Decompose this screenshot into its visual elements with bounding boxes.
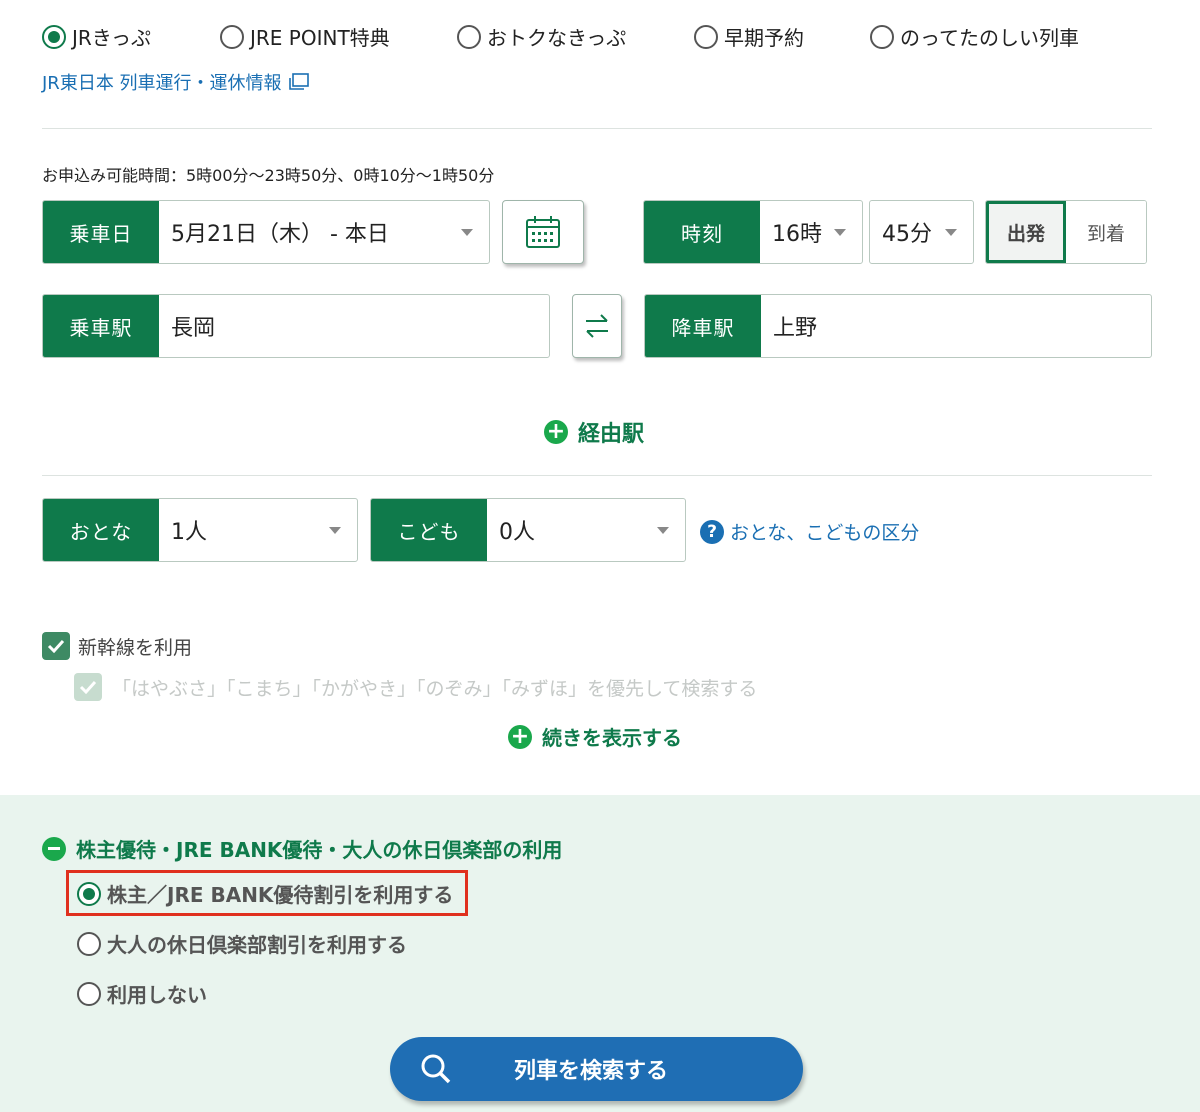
hour-select[interactable]: 時刻 16時 bbox=[643, 200, 863, 264]
radio-icon bbox=[77, 981, 101, 1006]
chevron-down-icon bbox=[834, 229, 846, 236]
chevron-down-icon bbox=[329, 527, 341, 534]
checkmark-icon bbox=[74, 673, 102, 701]
priority-trains-label: 「はやぶさ」「こまち」「かがやき」「のぞみ」「みずほ」を優先して検索する bbox=[112, 677, 758, 700]
ticket-type-otoku[interactable]: おトクなきっぷ bbox=[457, 22, 626, 51]
service-info-link[interactable]: JR東日本 列車運行・運休情報 bbox=[42, 69, 310, 95]
children-label: こども bbox=[371, 499, 487, 561]
hour-value: 16時 bbox=[772, 222, 822, 247]
discount-section-title: 株主優待・JRE BANK優待・大人の休日倶楽部の利用 bbox=[76, 838, 563, 862]
via-station-label: 経由駅 bbox=[578, 422, 645, 447]
search-button-label: 列車を検索する bbox=[514, 1059, 669, 1084]
priority-trains-checkbox[interactable]: 「はやぶさ」「こまち」「かがやき」「のぞみ」「みずほ」を優先して検索する bbox=[74, 673, 757, 701]
radio-icon bbox=[77, 881, 101, 906]
to-station-input[interactable]: 上野 bbox=[761, 295, 1151, 357]
from-station-input[interactable]: 長岡 bbox=[159, 295, 549, 357]
ticket-type-jre-point[interactable]: JRE POINT特典 bbox=[220, 22, 390, 51]
calendar-icon bbox=[526, 216, 560, 248]
ticket-type-label: おトクなきっぷ bbox=[487, 26, 627, 50]
discount-option-label: 株主／JRE BANK優待割引を利用する bbox=[107, 883, 454, 907]
divider bbox=[42, 128, 1152, 129]
ticket-type-early[interactable]: 早期予約 bbox=[694, 22, 804, 51]
age-category-link[interactable]: ? おとな、こどもの区分 bbox=[700, 518, 919, 545]
to-station-label: 降車駅 bbox=[645, 295, 761, 357]
calendar-button[interactable] bbox=[502, 200, 584, 264]
age-category-link-text: おとな、こどもの区分 bbox=[730, 522, 920, 544]
date-select[interactable]: 乗車日 5月21日（木） - 本日 bbox=[42, 200, 490, 264]
radio-icon bbox=[870, 24, 894, 49]
search-trains-button[interactable]: 列車を検索する bbox=[390, 1037, 803, 1101]
ticket-type-label: JRE POINT特典 bbox=[250, 26, 390, 50]
show-more-label: 続きを表示する bbox=[542, 726, 682, 750]
discount-option-label: 利用しない bbox=[107, 983, 207, 1007]
divider bbox=[42, 475, 1152, 476]
add-via-station-button[interactable]: + 経由駅 bbox=[544, 416, 644, 448]
discount-option-shareholder[interactable]: 株主／JRE BANK優待割引を利用する bbox=[77, 879, 453, 908]
discount-option-label: 大人の休日倶楽部割引を利用する bbox=[107, 933, 407, 957]
show-more-button[interactable]: + 続きを表示する bbox=[508, 722, 682, 751]
shinkansen-label: 新幹線を利用 bbox=[78, 636, 193, 659]
checkmark-icon bbox=[42, 632, 70, 660]
external-window-icon bbox=[288, 73, 309, 90]
adults-select[interactable]: おとな 1人 bbox=[42, 498, 358, 562]
discount-option-none[interactable]: 利用しない bbox=[77, 979, 207, 1008]
chevron-down-icon bbox=[945, 229, 957, 236]
adults-value: 1人 bbox=[171, 520, 207, 545]
date-label: 乗車日 bbox=[43, 201, 159, 263]
minute-value: 45分 bbox=[882, 222, 932, 247]
from-station-label: 乗車駅 bbox=[43, 295, 159, 357]
arrive-option[interactable]: 到着 bbox=[1066, 201, 1146, 263]
radio-icon bbox=[77, 931, 101, 956]
ticket-type-label: 早期予約 bbox=[724, 26, 804, 50]
shinkansen-checkbox[interactable]: 新幹線を利用 bbox=[42, 632, 192, 660]
radio-icon bbox=[694, 24, 718, 49]
adults-label: おとな bbox=[43, 499, 159, 561]
ticket-type-label: JRきっぷ bbox=[72, 26, 151, 50]
chevron-down-icon bbox=[461, 229, 473, 236]
depart-option[interactable]: 出発 bbox=[986, 201, 1067, 263]
ticket-type-joyful-train[interactable]: のってたのしい列車 bbox=[870, 22, 1079, 51]
to-station-field: 降車駅 上野 bbox=[644, 294, 1152, 358]
date-value: 5月21日（木） - 本日 bbox=[171, 222, 389, 247]
minus-icon bbox=[42, 836, 66, 861]
radio-icon bbox=[220, 24, 244, 49]
time-label: 時刻 bbox=[644, 201, 760, 263]
ticket-type-jr[interactable]: JRきっぷ bbox=[42, 22, 151, 51]
search-icon bbox=[421, 1054, 451, 1084]
swap-stations-button[interactable] bbox=[572, 294, 622, 358]
service-info-link-text: JR東日本 列車運行・運休情報 bbox=[42, 73, 282, 94]
chevron-down-icon bbox=[657, 527, 669, 534]
depart-arrive-toggle: 出発 到着 bbox=[985, 200, 1147, 264]
from-station-field: 乗車駅 長岡 bbox=[42, 294, 550, 358]
minute-select[interactable]: 45分 bbox=[869, 200, 974, 264]
swap-arrows-icon bbox=[586, 314, 608, 338]
radio-icon bbox=[457, 24, 481, 49]
plus-icon: + bbox=[508, 724, 532, 749]
plus-icon: + bbox=[544, 420, 568, 444]
ticket-type-label: のってたのしい列車 bbox=[900, 26, 1079, 50]
discount-option-otona[interactable]: 大人の休日倶楽部割引を利用する bbox=[77, 929, 407, 958]
radio-icon bbox=[42, 24, 66, 49]
help-icon: ? bbox=[700, 519, 724, 544]
discount-section-toggle[interactable]: 株主優待・JRE BANK優待・大人の休日倶楽部の利用 bbox=[42, 834, 562, 863]
children-value: 0人 bbox=[499, 520, 535, 545]
hours-note: お申込み可能時間：5時00分〜23時50分、0時10分〜1時50分 bbox=[42, 166, 495, 185]
children-select[interactable]: こども 0人 bbox=[370, 498, 686, 562]
